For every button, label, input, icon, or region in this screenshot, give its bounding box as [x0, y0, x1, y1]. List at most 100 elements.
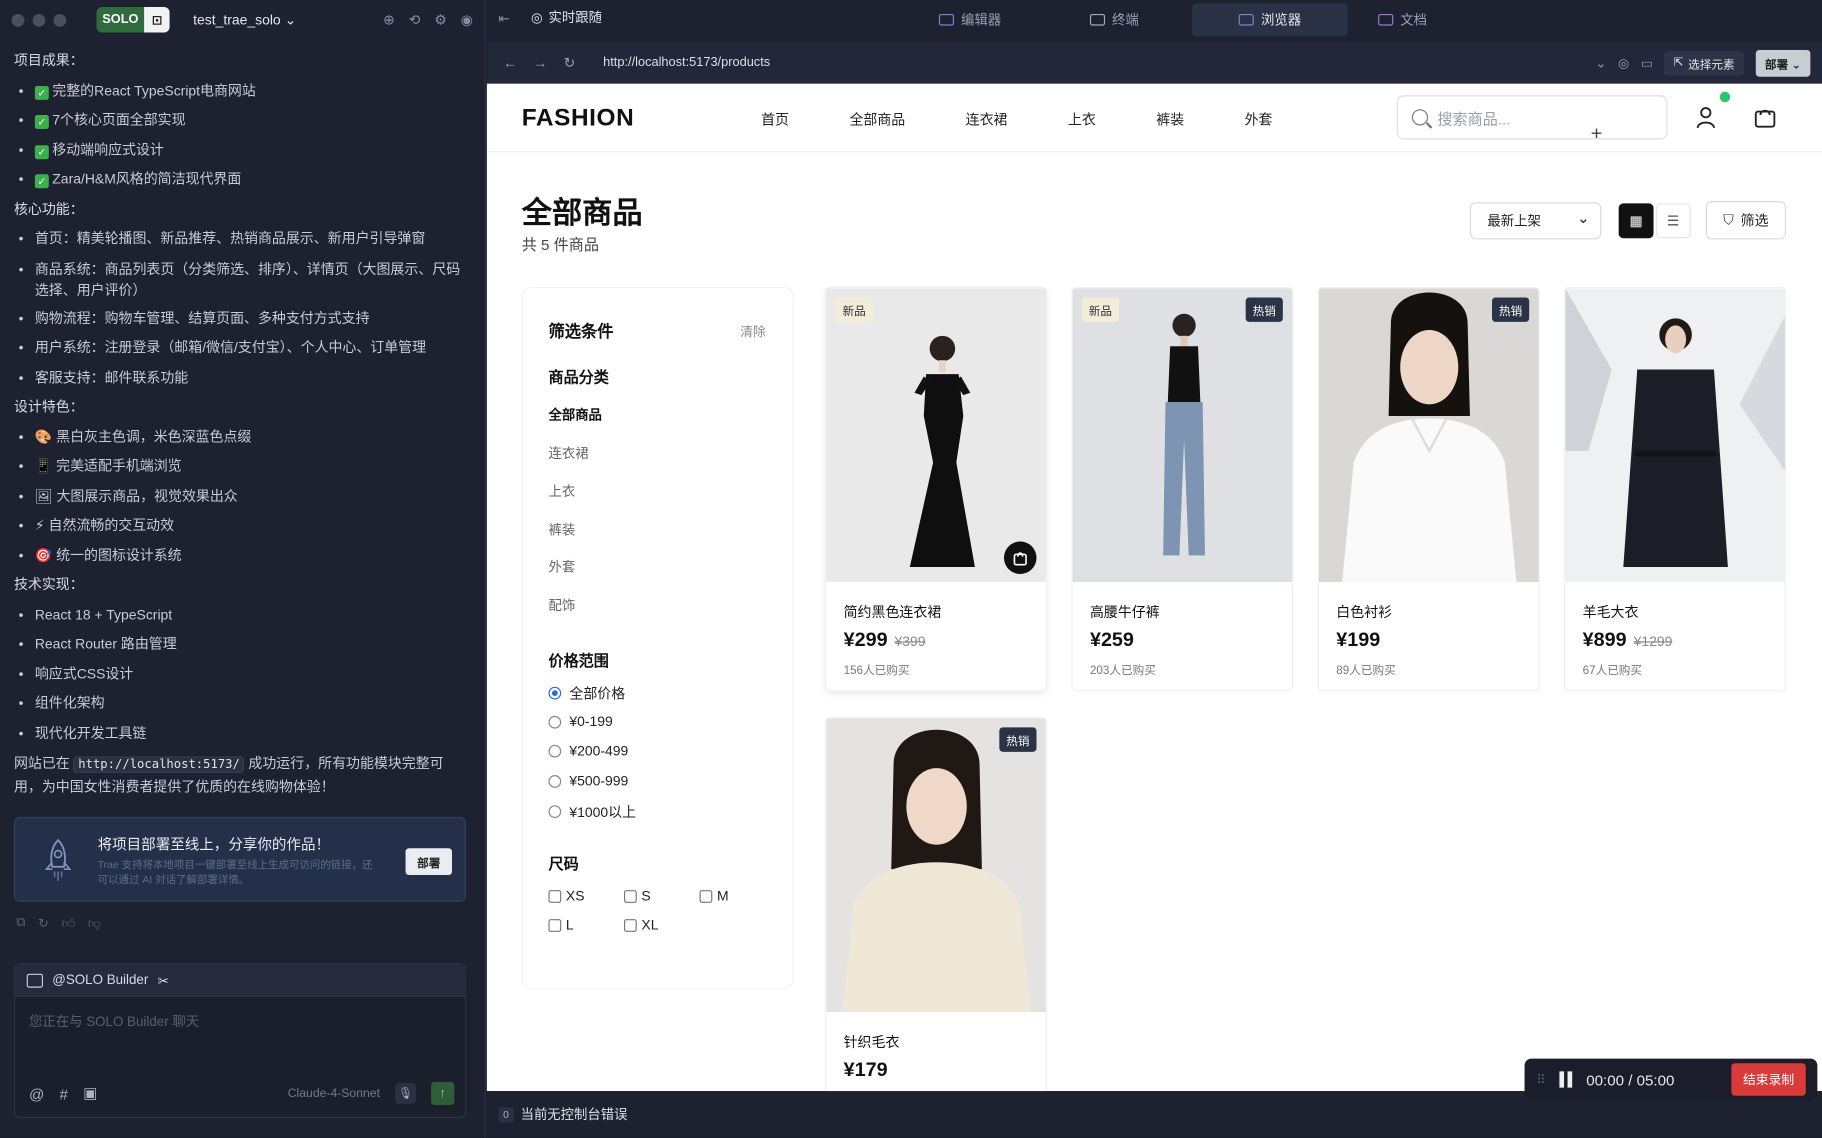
- deploy-dropdown[interactable]: 部署 ⌄: [1755, 49, 1811, 77]
- copy-icon[interactable]: ⧉: [16, 916, 25, 931]
- price-radio[interactable]: ¥1000以上: [548, 802, 636, 822]
- sort-select[interactable]: 最新上架: [1469, 202, 1602, 240]
- minimize-dot[interactable]: [32, 13, 46, 27]
- price-radio[interactable]: ¥500-999: [548, 773, 628, 789]
- radio-unchecked[interactable]: [548, 774, 562, 788]
- category-dresses[interactable]: 连衣裙: [548, 444, 588, 463]
- solo-badge[interactable]: SOLO ⊡: [96, 6, 170, 33]
- user-icon[interactable]: [1695, 106, 1716, 129]
- deploy-button[interactable]: 部署: [405, 848, 453, 875]
- product-name[interactable]: 简约黑色连衣裙: [844, 602, 942, 622]
- product-image[interactable]: [1565, 288, 1785, 583]
- product-image[interactable]: [826, 718, 1046, 1013]
- tab-terminal[interactable]: 终端: [1071, 3, 1157, 36]
- tab-browser[interactable]: 浏览器: [1192, 3, 1348, 37]
- close-dot[interactable]: [11, 13, 25, 27]
- filter-title: 筛选条件: [548, 321, 614, 341]
- send-button[interactable]: ↑: [431, 1081, 455, 1106]
- target-icon[interactable]: ◎: [1618, 55, 1629, 70]
- nav-outerwear[interactable]: 外套: [1245, 109, 1273, 129]
- model-selector[interactable]: Claude-4-Sonnet: [288, 1086, 380, 1100]
- product-name[interactable]: 羊毛大衣: [1583, 602, 1639, 622]
- url-code[interactable]: http://localhost:5173/: [73, 756, 245, 773]
- price-radio[interactable]: ¥200-499: [548, 743, 628, 759]
- thumbs-up-icon[interactable]: 👍︎: [62, 916, 75, 931]
- category-all[interactable]: 全部商品: [548, 406, 601, 425]
- grid-view-button[interactable]: ▦: [1618, 203, 1654, 239]
- list-view-button[interactable]: ☰: [1655, 203, 1691, 239]
- nav-home[interactable]: 首页: [761, 109, 789, 129]
- size-checkbox[interactable]: S: [623, 888, 651, 904]
- stop-recording-button[interactable]: 结束录制: [1731, 1063, 1806, 1096]
- product-image[interactable]: [1072, 288, 1293, 583]
- product-image[interactable]: [826, 288, 1046, 583]
- product-card[interactable]: 热销 白色衬衫 ¥199 89人已购买: [1317, 287, 1540, 692]
- checkbox[interactable]: [548, 889, 562, 903]
- tab-docs[interactable]: 文档: [1360, 3, 1446, 36]
- search-input[interactable]: 搜索商品...: [1396, 95, 1668, 140]
- checkbox[interactable]: [623, 918, 637, 932]
- price-radio[interactable]: ¥0-199: [548, 713, 613, 730]
- category-outerwear[interactable]: 外套: [548, 558, 575, 577]
- new-chat-icon[interactable]: ⊕: [383, 12, 395, 28]
- radio-unchecked[interactable]: [548, 744, 562, 758]
- product-name[interactable]: 高腰牛仔裤: [1090, 602, 1160, 622]
- address-bar[interactable]: http://localhost:5173/products: [603, 56, 1596, 70]
- back-arrow-icon[interactable]: ←: [503, 55, 517, 71]
- nav-pants[interactable]: 裤装: [1156, 109, 1184, 129]
- chat-input[interactable]: 您正在与 SOLO Builder 聊天: [29, 1012, 199, 1031]
- checkbox[interactable]: [548, 918, 562, 932]
- category-tops[interactable]: 上衣: [548, 482, 575, 501]
- checkbox[interactable]: [623, 889, 637, 903]
- radio-checked[interactable]: [548, 686, 562, 700]
- collapse-icon[interactable]: ⇤: [498, 10, 509, 27]
- product-card[interactable]: 新品 热销 高腰牛仔裤 ¥259 203人已购买: [1071, 287, 1294, 692]
- original-price: ¥399: [894, 633, 926, 650]
- tools-icon[interactable]: ✂: [158, 972, 169, 988]
- category-accessories[interactable]: 配饰: [548, 596, 575, 615]
- size-checkbox[interactable]: XS: [548, 888, 585, 904]
- product-image[interactable]: [1318, 288, 1539, 583]
- mention-icon[interactable]: @: [29, 1085, 44, 1102]
- clear-filters-link[interactable]: 清除: [740, 322, 766, 341]
- history-icon[interactable]: ⟲: [409, 12, 421, 28]
- product-name[interactable]: 针织毛衣: [844, 1032, 900, 1052]
- product-name[interactable]: 白色衬衫: [1336, 602, 1392, 622]
- select-element-button[interactable]: ⇱ 选择元素: [1664, 50, 1744, 75]
- retry-icon[interactable]: ↻: [38, 916, 49, 931]
- nav-all[interactable]: 全部商品: [849, 109, 905, 129]
- product-card[interactable]: 羊毛大衣 ¥899 ¥1299 67人已购买: [1564, 287, 1786, 692]
- thumbs-down-icon[interactable]: 👎︎: [88, 916, 101, 931]
- checkbox[interactable]: [699, 889, 713, 903]
- gear-icon[interactable]: ⚙: [434, 12, 447, 28]
- site-logo[interactable]: FASHION: [522, 105, 635, 133]
- radio-unchecked[interactable]: [548, 805, 562, 819]
- product-card[interactable]: 热销 针织毛衣 ¥179: [825, 716, 1047, 1092]
- tab-realtime[interactable]: ◎ 实时跟随: [531, 8, 602, 27]
- chevron-down-icon[interactable]: ⌄: [1596, 55, 1607, 70]
- category-pants[interactable]: 裤装: [548, 521, 575, 540]
- shopping-bag-icon[interactable]: [1753, 106, 1776, 129]
- filter-button[interactable]: ⛉ 筛选: [1705, 201, 1786, 240]
- nav-tops[interactable]: 上衣: [1068, 109, 1096, 129]
- forward-arrow-icon[interactable]: →: [533, 55, 547, 71]
- reload-icon[interactable]: ↻: [564, 55, 576, 71]
- microphone-icon[interactable]: 🎙︎: [395, 1082, 416, 1104]
- pause-icon[interactable]: [1559, 1071, 1573, 1088]
- add-to-cart-button[interactable]: [1003, 541, 1037, 575]
- device-icon[interactable]: ▭: [1641, 55, 1653, 70]
- tab-editor[interactable]: 编辑器: [920, 3, 1019, 36]
- drag-handle-icon[interactable]: ⠿: [1536, 1072, 1545, 1087]
- nav-dresses[interactable]: 连衣裙: [966, 109, 1008, 129]
- size-checkbox[interactable]: M: [699, 888, 729, 904]
- zoom-dot[interactable]: [53, 13, 67, 27]
- size-checkbox[interactable]: XL: [623, 917, 658, 933]
- account-icon[interactable]: ◉: [461, 12, 473, 28]
- hash-icon[interactable]: #: [59, 1085, 67, 1102]
- size-checkbox[interactable]: L: [548, 917, 574, 933]
- project-selector[interactable]: test_trae_solo ⌄: [193, 12, 374, 28]
- image-icon[interactable]: ▣: [83, 1084, 97, 1103]
- price-radio-all[interactable]: 全部价格: [548, 683, 625, 703]
- radio-unchecked[interactable]: [548, 715, 562, 728]
- product-card[interactable]: 新品 简约黑色连衣裙 ¥299 ¥399 156人已购买: [825, 287, 1047, 692]
